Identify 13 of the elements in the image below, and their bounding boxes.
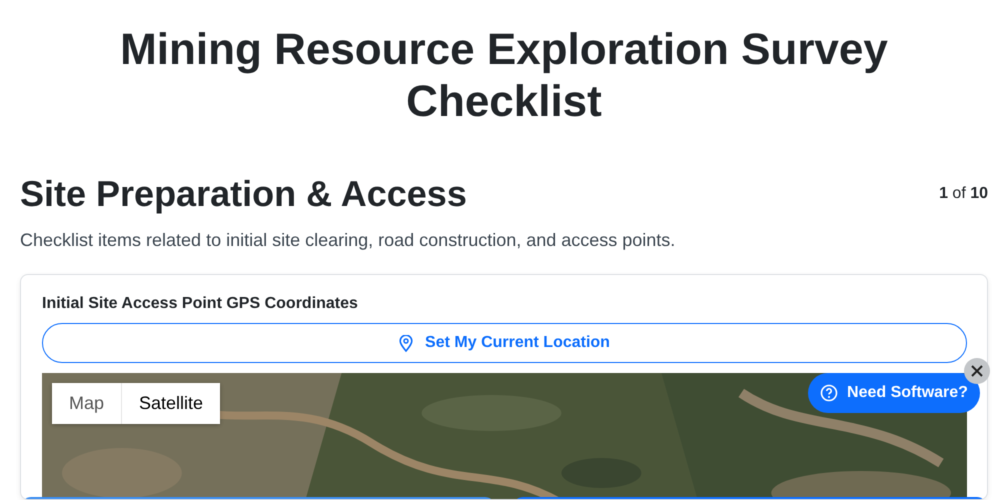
section-heading: Site Preparation & Access xyxy=(20,172,467,216)
section-description: Checklist items related to initial site clearing, road construction, and access points. xyxy=(20,229,676,252)
map-type-tab[interactable]: Satellite xyxy=(121,383,220,424)
help-icon xyxy=(820,384,838,402)
location-button[interactable]: Set My Current Location xyxy=(42,323,967,363)
page-counter: 1 of 10 xyxy=(939,185,988,203)
close-button[interactable] xyxy=(964,358,990,384)
page-title: Mining Resource Exploration Survey Checklist xyxy=(119,24,889,128)
help-button[interactable]: Need Software? xyxy=(808,373,980,413)
map-type-tab[interactable]: Map xyxy=(52,383,122,424)
field-label: Initial Site Access Point GPS Coordinates xyxy=(42,295,358,313)
close-icon xyxy=(971,365,983,377)
location-pin-icon xyxy=(399,334,414,352)
